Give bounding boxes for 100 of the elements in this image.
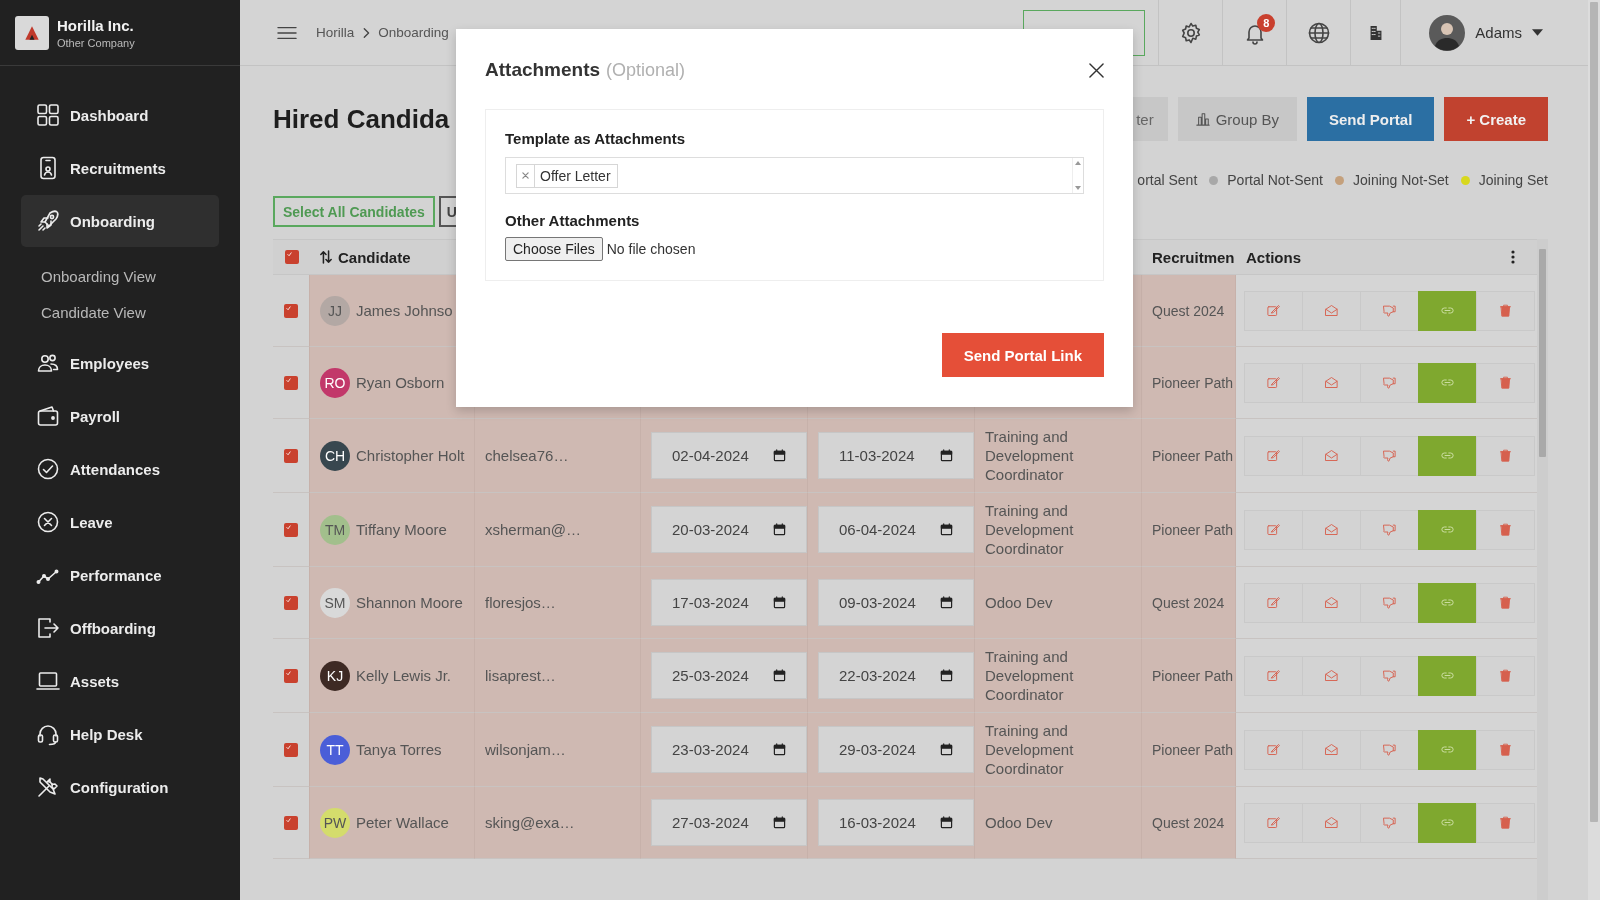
avatar-icon — [1429, 14, 1466, 51]
close-button[interactable] — [1089, 62, 1104, 78]
portal-link-button[interactable] — [1418, 729, 1477, 770]
reject-button[interactable] — [1360, 290, 1419, 331]
scrollbar[interactable] — [1072, 158, 1083, 193]
nav-item[interactable]: Performance — [21, 549, 219, 601]
checkbox[interactable] — [284, 250, 299, 264]
checkbox[interactable] — [284, 303, 298, 318]
date-field[interactable]: 17-03-2024 — [651, 579, 807, 626]
nav-item[interactable]: Employees — [21, 337, 219, 389]
delete-button[interactable] — [1476, 729, 1535, 770]
portal-link-button[interactable] — [1418, 802, 1477, 843]
email-button[interactable] — [1302, 655, 1361, 696]
delete-button[interactable] — [1476, 290, 1535, 331]
date-field[interactable]: 22-03-2024 — [818, 652, 974, 699]
delete-button[interactable] — [1476, 655, 1535, 696]
email-button[interactable] — [1302, 290, 1361, 331]
reject-button[interactable] — [1360, 729, 1419, 770]
nav-item[interactable]: Payroll — [21, 390, 219, 442]
file-status: No file chosen — [606, 241, 696, 257]
create-button[interactable]: + Create — [1444, 97, 1548, 141]
delete-button[interactable] — [1476, 362, 1535, 403]
notifications-button[interactable]: 8 — [1222, 0, 1287, 65]
nav-item[interactable]: Dashboard — [21, 89, 219, 141]
nav-item[interactable]: Leave — [21, 496, 219, 548]
scrollbar[interactable] — [1537, 239, 1548, 900]
checkbox[interactable] — [284, 668, 298, 683]
date-field[interactable]: 06-04-2024 — [818, 506, 974, 553]
checkbox[interactable] — [284, 375, 298, 390]
nav-item[interactable]: Recruitments — [21, 142, 219, 194]
date-field[interactable]: 20-03-2024 — [651, 506, 807, 553]
checkbox[interactable] — [284, 815, 298, 830]
date-field[interactable]: 23-03-2024 — [651, 726, 807, 773]
breadcrumb-link[interactable]: Onboarding — [378, 25, 449, 40]
reject-button[interactable] — [1360, 362, 1419, 403]
reject-button[interactable] — [1360, 582, 1419, 623]
filter-button[interactable]: ter — [1132, 97, 1168, 141]
column-menu-button[interactable] — [1511, 250, 1515, 264]
checkbox[interactable] — [284, 522, 298, 537]
reject-button[interactable] — [1360, 655, 1419, 696]
date-field[interactable]: 09-03-2024 — [818, 579, 974, 626]
date-field[interactable]: 02-04-2024 — [651, 432, 807, 479]
edit-button[interactable] — [1244, 435, 1303, 476]
checkbox[interactable] — [284, 742, 298, 757]
date-field[interactable]: 29-03-2024 — [818, 726, 974, 773]
candidate-name: Tiffany Moore — [356, 521, 447, 538]
edit-button[interactable] — [1244, 729, 1303, 770]
choose-files-button[interactable]: Choose Files — [505, 237, 603, 261]
edit-button[interactable] — [1244, 509, 1303, 550]
group-by-button[interactable]: Group By — [1177, 97, 1297, 141]
column-header[interactable]: Candidate — [310, 240, 475, 274]
email-button[interactable] — [1302, 435, 1361, 476]
edit-button[interactable] — [1244, 582, 1303, 623]
email-button[interactable] — [1302, 362, 1361, 403]
wallet-icon — [36, 404, 60, 428]
email-button[interactable] — [1302, 509, 1361, 550]
edit-button[interactable] — [1244, 290, 1303, 331]
checkbox[interactable] — [284, 448, 298, 463]
date-field[interactable]: 16-03-2024 — [818, 799, 974, 846]
nav-item[interactable]: Onboarding — [21, 195, 219, 247]
edit-button[interactable] — [1244, 362, 1303, 403]
portal-link-button[interactable] — [1418, 582, 1477, 623]
nav-subitem[interactable]: Candidate View — [21, 294, 219, 330]
portal-link-button[interactable] — [1418, 655, 1477, 696]
send-portal-link-button[interactable]: Send Portal Link — [941, 333, 1104, 377]
selected-tag[interactable]: Offer Letter — [516, 163, 618, 188]
nav-subitem[interactable]: Onboarding View — [21, 258, 219, 294]
portal-link-button[interactable] — [1418, 509, 1477, 550]
delete-button[interactable] — [1476, 582, 1535, 623]
headset-icon — [36, 722, 60, 746]
email-button[interactable] — [1302, 582, 1361, 623]
delete-button[interactable] — [1476, 435, 1535, 476]
nav-item[interactable]: Configuration — [21, 761, 219, 813]
edit-button[interactable] — [1244, 802, 1303, 843]
edit-button[interactable] — [1244, 655, 1303, 696]
portal-link-button[interactable] — [1418, 435, 1477, 476]
nav-item[interactable]: Offboarding — [21, 602, 219, 654]
user-menu[interactable]: Adams — [1400, 0, 1588, 65]
kebab-icon — [1511, 250, 1515, 264]
reject-button[interactable] — [1360, 802, 1419, 843]
reject-button[interactable] — [1360, 509, 1419, 550]
send-portal-button[interactable]: Send Portal — [1307, 97, 1435, 141]
date-field[interactable]: 27-03-2024 — [651, 799, 807, 846]
nav-item[interactable]: Assets — [21, 655, 219, 707]
delete-button[interactable] — [1476, 802, 1535, 843]
breadcrumb-link[interactable]: Horilla — [316, 25, 355, 40]
checkbox[interactable] — [284, 595, 298, 610]
nav-item[interactable]: Help Desk — [21, 708, 219, 760]
portal-link-button[interactable] — [1418, 362, 1477, 403]
delete-button[interactable] — [1476, 509, 1535, 550]
trash-icon — [1498, 595, 1513, 610]
portal-link-button[interactable] — [1418, 290, 1477, 331]
date-field[interactable]: 11-03-2024 — [818, 432, 974, 479]
notification-badge: 8 — [1257, 14, 1276, 32]
email-button[interactable] — [1302, 729, 1361, 770]
nav-item[interactable]: Attendances — [21, 443, 219, 495]
multi-select-field[interactable]: Offer Letter — [505, 157, 1084, 194]
date-field[interactable]: 25-03-2024 — [651, 652, 807, 699]
reject-button[interactable] — [1360, 435, 1419, 476]
email-button[interactable] — [1302, 802, 1361, 843]
